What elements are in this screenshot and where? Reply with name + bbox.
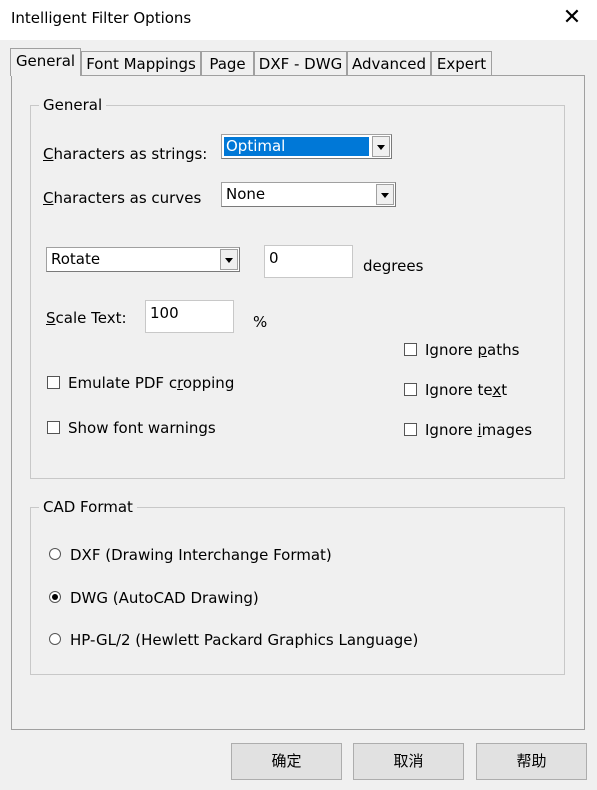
- chars-as-strings-text: haracters as strings:: [53, 145, 208, 163]
- cancel-button[interactable]: 取消: [353, 743, 464, 780]
- show-font-warnings-label[interactable]: Show font warnings: [68, 419, 216, 437]
- radio-hpgl2-label[interactable]: HP-GL/2 (Hewlett Packard Graphics Langua…: [70, 631, 418, 649]
- ok-button[interactable]: 确定: [231, 743, 342, 780]
- rotate-value: Rotate: [51, 250, 101, 268]
- chars-as-curves-mnemonic: C: [43, 189, 54, 207]
- tab-dxf-dwg[interactable]: DXF - DWG: [254, 51, 347, 75]
- chars-as-strings-label: Characters as strings:: [43, 145, 207, 163]
- degrees-input[interactable]: 0: [264, 245, 353, 278]
- window-title: Intelligent Filter Options: [11, 9, 192, 27]
- emulate-pdf-cropping-label[interactable]: Emulate PDF cropping: [68, 374, 234, 392]
- radio-hpgl2[interactable]: [49, 633, 61, 645]
- ignore-paths-pre: Ignore: [425, 341, 478, 359]
- help-button[interactable]: 帮助: [476, 743, 587, 780]
- radio-dwg[interactable]: [49, 591, 61, 603]
- chars-as-strings-mnemonic: C: [43, 145, 54, 163]
- tab-general[interactable]: General: [10, 48, 81, 76]
- show-font-warnings-checkbox[interactable]: [47, 421, 60, 434]
- radio-dxf-label[interactable]: DXF (Drawing Interchange Format): [70, 546, 332, 564]
- ignore-text-pre: Ignore te: [425, 381, 493, 399]
- scale-text-input[interactable]: 100: [145, 300, 234, 333]
- percent-label: %: [253, 313, 268, 331]
- tab-page[interactable]: Page: [201, 51, 254, 75]
- ignore-text-label[interactable]: Ignore text: [425, 381, 507, 399]
- emulate-pdf-cropping-checkbox[interactable]: [47, 376, 60, 389]
- chars-as-strings-value: Optimal: [224, 137, 369, 156]
- ignore-paths-label[interactable]: Ignore paths: [425, 341, 519, 359]
- ignore-images-label[interactable]: Ignore images: [425, 421, 532, 439]
- emulate-pdf-cropping-pre: Emulate PDF c: [68, 374, 178, 392]
- degrees-label: degrees: [363, 257, 424, 275]
- chars-as-curves-text: haracters as curves: [53, 189, 202, 207]
- scale-text-mnemonic: S: [46, 309, 56, 327]
- ignore-text-mnemonic: x: [492, 381, 502, 399]
- cad-format-group-label: CAD Format: [39, 498, 137, 516]
- chars-as-curves-label: Characters as curves: [43, 189, 201, 207]
- ignore-images-pre: Ignore: [425, 421, 478, 439]
- chevron-down-icon[interactable]: [220, 249, 238, 270]
- ignore-text-checkbox[interactable]: [404, 383, 417, 396]
- ignore-paths-checkbox[interactable]: [404, 343, 417, 356]
- title-bar: Intelligent Filter Options ✕: [0, 0, 597, 40]
- ignore-paths-mnemonic: p: [477, 341, 487, 359]
- ignore-images-checkbox[interactable]: [404, 423, 417, 436]
- chars-as-curves-value: None: [226, 185, 266, 203]
- tab-font-mappings[interactable]: Font Mappings: [81, 51, 201, 75]
- tab-expert[interactable]: Expert: [431, 51, 492, 75]
- tab-advanced[interactable]: Advanced: [347, 51, 431, 75]
- general-group-label: General: [39, 96, 107, 114]
- rotate-combo[interactable]: Rotate: [46, 247, 240, 272]
- scale-text-text: cale Text:: [55, 309, 127, 327]
- radio-dxf[interactable]: [49, 548, 61, 560]
- emulate-pdf-cropping-post: opping: [182, 374, 235, 392]
- scale-text-label: Scale Text:: [46, 309, 127, 327]
- chars-as-strings-combo[interactable]: Optimal: [221, 134, 392, 159]
- radio-dwg-label[interactable]: DWG (AutoCAD Drawing): [70, 589, 259, 607]
- close-icon[interactable]: ✕: [561, 5, 583, 31]
- chevron-down-icon[interactable]: [376, 184, 394, 205]
- ignore-images-post: mages: [481, 421, 533, 439]
- ignore-paths-post: aths: [487, 341, 520, 359]
- chevron-down-icon[interactable]: [372, 136, 390, 157]
- chars-as-curves-combo[interactable]: None: [221, 182, 396, 207]
- ignore-text-post: t: [501, 381, 508, 399]
